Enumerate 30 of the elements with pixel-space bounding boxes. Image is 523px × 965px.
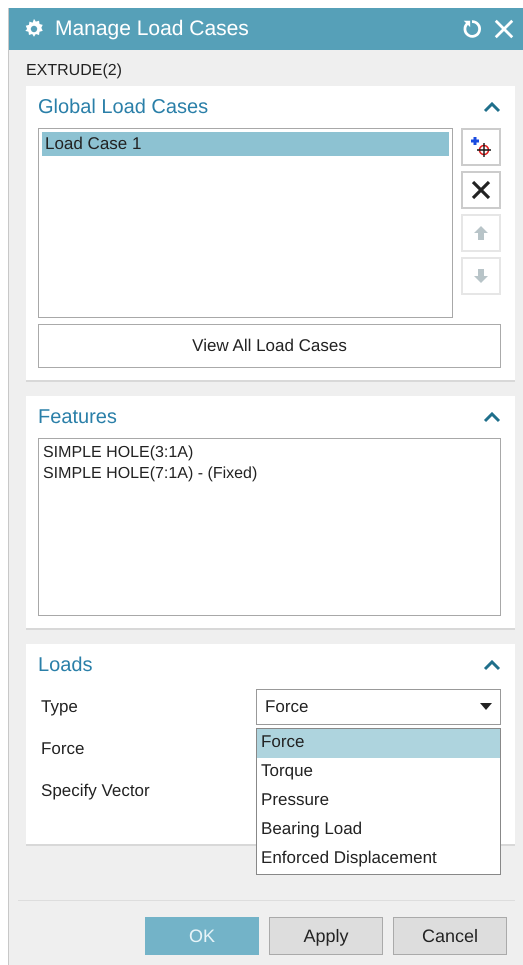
collapse-icon[interactable] — [483, 659, 501, 671]
caret-icon — [480, 703, 492, 711]
list-item[interactable]: SIMPLE HOLE(7:1A) - (Fixed) — [43, 463, 496, 484]
type-dropdown[interactable]: Force — [256, 689, 501, 725]
add-button[interactable] — [461, 128, 501, 166]
dialog-button[interactable]: Apply — [269, 917, 383, 955]
dropdown-option[interactable]: Torque — [257, 758, 500, 787]
add-icon — [469, 135, 493, 159]
section-title[interactable]: Global Load Cases — [38, 96, 208, 118]
section-title[interactable]: Loads — [38, 654, 92, 676]
dropdown-option[interactable]: Enforced Displacement — [257, 845, 500, 874]
dropdown-option[interactable]: Pressure — [257, 787, 500, 816]
field-label: Force — [40, 739, 86, 759]
list-item[interactable]: SIMPLE HOLE(3:1A) — [43, 442, 496, 463]
close-icon[interactable] — [493, 18, 515, 40]
delete-icon — [469, 178, 493, 202]
dropdown-option[interactable]: Force — [257, 729, 500, 758]
dialog-button[interactable]: Cancel — [393, 917, 507, 955]
dropdown-option[interactable]: Bearing Load — [257, 816, 500, 845]
reset-icon[interactable] — [461, 18, 483, 40]
collapse-icon[interactable] — [483, 101, 501, 113]
view-all-button[interactable]: View All Load Cases — [38, 324, 501, 368]
delete-button[interactable] — [461, 171, 501, 209]
list-item[interactable]: Load Case 1 — [42, 132, 449, 156]
field-label: Specify Vector — [40, 781, 151, 801]
section-title[interactable]: Features — [38, 406, 117, 428]
collapse-icon[interactable] — [483, 411, 501, 423]
feature-label: EXTRUDE(2) — [26, 62, 124, 80]
field-label: Type — [40, 697, 79, 717]
window-title: Manage Load Cases — [55, 17, 250, 41]
